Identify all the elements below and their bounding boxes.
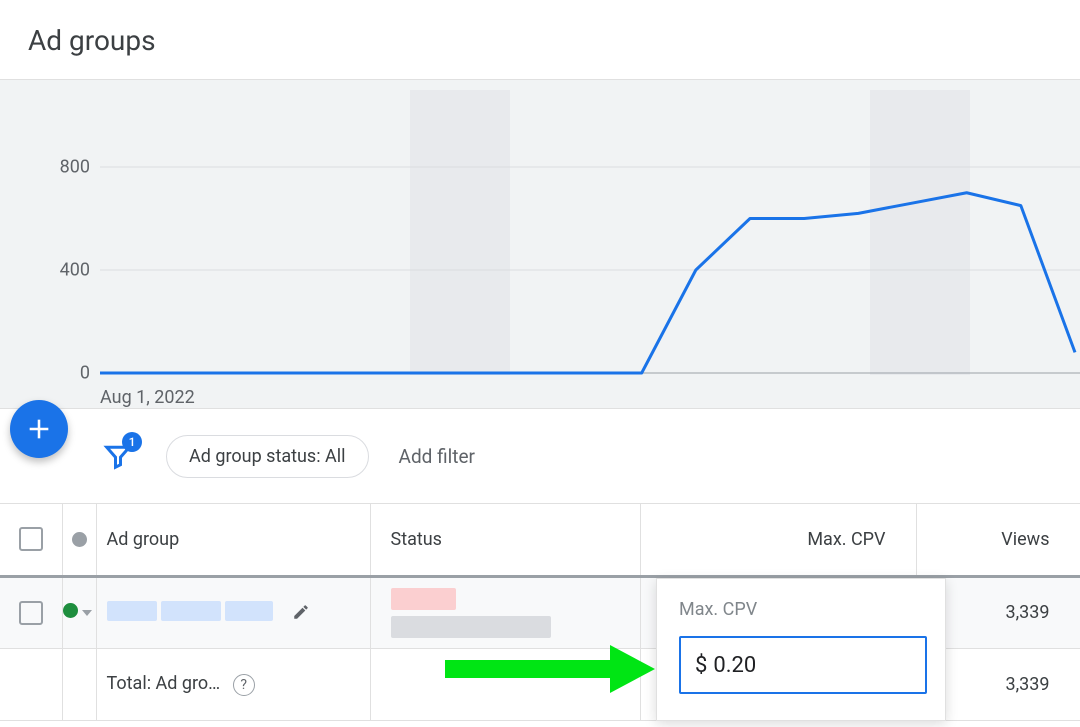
row-checkbox[interactable] [19, 601, 43, 625]
currency-symbol: $ [695, 653, 707, 678]
y-tick-800: 800 [60, 157, 90, 178]
chart-svg [0, 80, 1080, 410]
y-tick-400: 400 [60, 260, 90, 281]
select-all-checkbox[interactable] [19, 527, 43, 551]
max-cpv-input[interactable]: $ 0.20 [679, 636, 927, 694]
x-axis-start-date: Aug 1, 2022 [100, 387, 195, 408]
ad-group-name-redacted[interactable] [107, 601, 157, 621]
status-indicator-header-icon [72, 532, 87, 547]
status-filter-chip[interactable]: Ad group status: All [166, 435, 369, 478]
y-tick-0: 0 [80, 363, 90, 384]
pencil-icon [292, 603, 310, 621]
line-chart: 800 400 0 Aug 1, 2022 [0, 79, 1080, 409]
max-cpv-editor-popover: Max. CPV $ 0.20 [656, 578, 946, 721]
help-icon[interactable]: ? [233, 674, 255, 696]
col-header-status[interactable]: Status [370, 504, 640, 576]
status-value-redacted [391, 588, 456, 610]
table-header-row: Ad group Status Max. CPV Views [0, 504, 1080, 576]
plus-icon [25, 415, 53, 443]
col-header-ad-group[interactable]: Ad group [96, 504, 370, 576]
status-dropdown-caret-icon[interactable] [82, 610, 92, 616]
popover-label: Max. CPV [679, 599, 923, 620]
filter-icon-button[interactable]: 1 [100, 438, 136, 474]
col-header-max-cpv[interactable]: Max. CPV [640, 504, 916, 576]
status-enabled-icon [63, 603, 78, 618]
col-header-views[interactable]: Views [916, 504, 1080, 576]
filter-bar: 1 Ad group status: All Add filter [0, 409, 1080, 504]
add-filter-button[interactable]: Add filter [399, 445, 475, 468]
status-detail-redacted [391, 616, 551, 638]
total-label: Total: Ad gro… [107, 673, 221, 694]
edit-name-button[interactable] [289, 600, 313, 624]
filter-count-badge: 1 [122, 432, 142, 452]
page-title: Ad groups [0, 0, 1080, 79]
max-cpv-value: 0.20 [713, 653, 756, 678]
add-button[interactable] [10, 400, 68, 458]
